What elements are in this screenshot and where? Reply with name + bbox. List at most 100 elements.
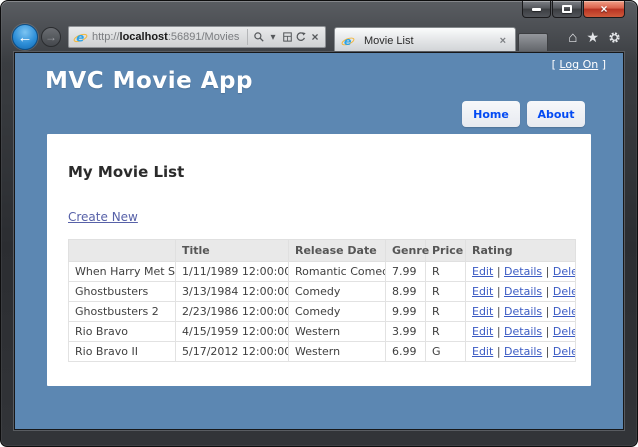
edit-link[interactable]: Edit — [472, 325, 493, 338]
url-text: http://localhost:56891/Movies — [92, 31, 243, 43]
delete-link[interactable]: Delete — [553, 285, 575, 298]
content-panel: My Movie List Create New Title Release D… — [47, 134, 591, 386]
movie-name-cell: When Harry Met Sally — [68, 261, 176, 282]
new-tab-button[interactable] — [518, 33, 548, 53]
tools-gear-icon[interactable] — [608, 31, 621, 44]
edit-link[interactable]: Edit — [472, 265, 493, 278]
delete-link[interactable]: Delete — [553, 265, 575, 278]
url-path: :56891/Movies — [167, 31, 240, 43]
action-separator: | — [545, 265, 550, 278]
close-button[interactable]: × — [583, 1, 625, 18]
col-header-title: Title — [175, 239, 289, 262]
movie-actions-cell: Edit | Details | Delete — [465, 281, 576, 302]
app-title: MVC Movie App — [45, 68, 253, 94]
main-nav: Home About — [455, 101, 585, 127]
details-link[interactable]: Details — [504, 305, 542, 318]
table-row: When Harry Met Sally 1/11/1989 12:00:00 … — [68, 261, 576, 282]
action-separator: | — [545, 305, 550, 318]
edit-link[interactable]: Edit — [472, 305, 493, 318]
svg-text:e: e — [344, 34, 351, 47]
action-separator: | — [496, 305, 501, 318]
compatibility-view-icon[interactable] — [280, 29, 294, 45]
details-link[interactable]: Details — [504, 325, 542, 338]
movie-price-cell: 9.99 — [385, 301, 426, 322]
movie-date-cell: 4/15/1959 12:00:00 AM — [175, 321, 289, 342]
delete-link[interactable]: Delete — [553, 345, 575, 358]
col-header-rating: Rating — [465, 239, 576, 262]
movie-genre-cell: Comedy — [288, 281, 386, 302]
table-row: Ghostbusters 3/13/1984 12:00:00 AM Comed… — [68, 281, 576, 302]
movie-price-cell: 7.99 — [385, 261, 426, 282]
col-header-release-date: Release Date — [288, 239, 386, 262]
movie-actions-cell: Edit | Details | Delete — [465, 301, 576, 322]
movie-actions-cell: Edit | Details | Delete — [465, 261, 576, 282]
search-icon[interactable] — [252, 29, 266, 45]
maximize-button[interactable] — [552, 1, 582, 18]
movie-date-cell: 2/23/1986 12:00:00 AM — [175, 301, 289, 322]
action-separator: | — [496, 325, 501, 338]
page-title: My Movie List — [68, 163, 185, 181]
minimize-icon — [532, 7, 541, 11]
movie-rating-cell: R — [425, 301, 466, 322]
window-controls: × — [521, 1, 625, 18]
movie-rating-cell: R — [425, 261, 466, 282]
table-header-row: Title Release Date Genre Price Rating — [68, 239, 576, 262]
movie-date-cell: 3/13/1984 12:00:00 AM — [175, 281, 289, 302]
browser-window: × ← → e http://localhost:56891/Movies ▾ — [0, 0, 638, 447]
logon-area: [ Log On ] — [552, 58, 606, 71]
tab-close-icon[interactable]: × — [497, 35, 509, 47]
forward-button[interactable]: → — [41, 27, 61, 47]
movie-name-cell: Rio Bravo — [68, 321, 176, 342]
svg-text:e: e — [76, 30, 84, 44]
movie-name-cell: Ghostbusters — [68, 281, 176, 302]
movie-date-cell: 5/17/2012 12:00:00 AM — [175, 341, 289, 362]
details-link[interactable]: Details — [504, 345, 542, 358]
favorites-star-icon[interactable]: ★ — [586, 30, 599, 44]
search-dropdown-icon[interactable]: ▾ — [266, 29, 280, 45]
forward-arrow-icon: → — [45, 30, 57, 44]
url-prefix: http:// — [92, 31, 120, 43]
page-viewport: [ Log On ] MVC Movie App Home About My M… — [14, 52, 624, 430]
home-icon[interactable]: ⌂ — [568, 30, 577, 45]
close-icon: × — [600, 2, 608, 16]
details-link[interactable]: Details — [504, 285, 542, 298]
stop-icon[interactable]: × — [308, 29, 322, 45]
action-separator: | — [545, 325, 550, 338]
col-header-empty — [68, 239, 176, 262]
movie-table: Title Release Date Genre Price Rating Wh… — [68, 239, 576, 362]
create-new-link[interactable]: Create New — [68, 210, 138, 224]
address-bar[interactable]: e http://localhost:56891/Movies ▾ × — [68, 26, 326, 48]
movie-genre-cell: Western — [288, 341, 386, 362]
nav-tab-about[interactable]: About — [527, 101, 585, 127]
col-header-price: Price — [425, 239, 466, 262]
details-link[interactable]: Details — [504, 265, 542, 278]
nav-tab-home[interactable]: Home — [462, 101, 520, 127]
toolbar-icons: ⌂ ★ — [559, 30, 621, 45]
movie-rating-cell: R — [425, 321, 466, 342]
movie-price-cell: 6.99 — [385, 341, 426, 362]
movie-price-cell: 8.99 — [385, 281, 426, 302]
movie-rating-cell: R — [425, 281, 466, 302]
minimize-button[interactable] — [522, 1, 551, 18]
refresh-icon[interactable] — [294, 29, 308, 45]
logon-link[interactable]: Log On — [559, 58, 598, 71]
maximize-icon — [562, 5, 572, 13]
tab-movie-list[interactable]: e Movie List × — [334, 27, 516, 53]
movie-date-cell: 1/11/1989 12:00:00 AM — [175, 261, 289, 282]
tab-title: Movie List — [364, 34, 414, 47]
address-bar-icons: ▾ × — [247, 29, 322, 45]
action-separator: | — [496, 265, 501, 278]
movie-actions-cell: Edit | Details | Delete — [465, 321, 576, 342]
back-button[interactable]: ← — [12, 24, 38, 50]
edit-link[interactable]: Edit — [472, 285, 493, 298]
col-header-genre: Genre — [385, 239, 429, 262]
browser-toolbar: ← → e http://localhost:56891/Movies ▾ × … — [12, 22, 627, 53]
edit-link[interactable]: Edit — [472, 345, 493, 358]
movie-name-cell: Rio Bravo II — [68, 341, 176, 362]
back-arrow-icon: ← — [17, 28, 33, 46]
movie-genre-cell: Romantic Comedy — [288, 261, 386, 282]
movie-name-cell: Ghostbusters 2 — [68, 301, 176, 322]
table-row: Ghostbusters 2 2/23/1986 12:00:00 AM Com… — [68, 301, 576, 322]
delete-link[interactable]: Delete — [553, 305, 575, 318]
delete-link[interactable]: Delete — [553, 325, 575, 338]
